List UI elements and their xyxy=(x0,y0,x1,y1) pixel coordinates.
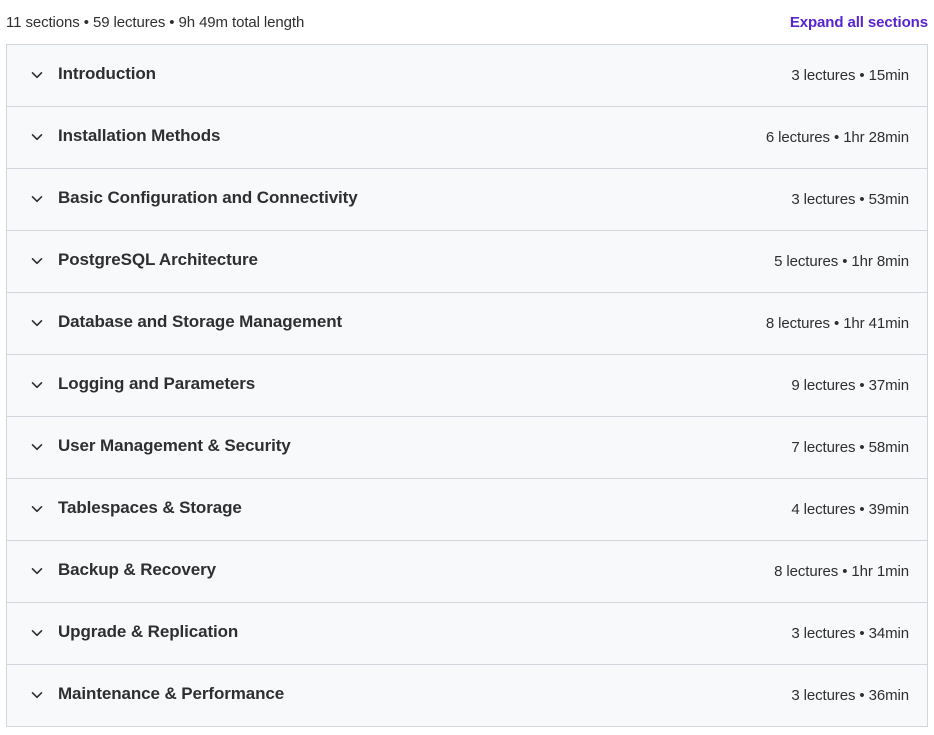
section-row[interactable]: Basic Configuration and Connectivity 3 l… xyxy=(7,169,927,231)
chevron-down-icon xyxy=(29,439,45,455)
section-meta: 3 lectures • 15min xyxy=(791,67,909,84)
chevron-down-icon xyxy=(29,377,45,393)
chevron-down-icon xyxy=(29,625,45,641)
section-row[interactable]: Backup & Recovery 8 lectures • 1hr 1min xyxy=(7,541,927,603)
section-meta: 4 lectures • 39min xyxy=(791,501,909,518)
section-row[interactable]: PostgreSQL Architecture 5 lectures • 1hr… xyxy=(7,231,927,293)
section-title: Logging and Parameters xyxy=(58,374,256,393)
section-title: User Management & Security xyxy=(58,436,291,455)
chevron-down-icon xyxy=(29,191,45,207)
section-meta: 3 lectures • 53min xyxy=(791,191,909,208)
section-meta: 3 lectures • 36min xyxy=(791,687,909,704)
section-row[interactable]: Tablespaces & Storage 4 lectures • 39min xyxy=(7,479,927,541)
chevron-down-icon xyxy=(29,687,45,703)
section-meta: 5 lectures • 1hr 8min xyxy=(774,253,909,270)
section-row[interactable]: Database and Storage Management 8 lectur… xyxy=(7,293,927,355)
chevron-down-icon xyxy=(29,315,45,331)
section-title: Upgrade & Replication xyxy=(58,622,239,641)
expand-all-sections-button[interactable]: Expand all sections xyxy=(790,14,928,31)
curriculum-section-list: Introduction 3 lectures • 15min Installa… xyxy=(6,44,928,727)
section-title: Tablespaces & Storage xyxy=(58,498,242,517)
section-title: Backup & Recovery xyxy=(58,560,216,579)
chevron-down-icon xyxy=(29,253,45,269)
section-title: PostgreSQL Architecture xyxy=(58,250,258,269)
section-row[interactable]: Upgrade & Replication 3 lectures • 34min xyxy=(7,603,927,665)
chevron-down-icon xyxy=(29,67,45,83)
section-title: Introduction xyxy=(58,64,156,83)
curriculum-summary-text: 11 sections • 59 lectures • 9h 49m total… xyxy=(6,13,305,31)
section-title: Maintenance & Performance xyxy=(58,684,285,703)
section-title: Database and Storage Management xyxy=(58,312,343,331)
section-title: Installation Methods xyxy=(58,126,221,145)
section-title: Basic Configuration and Connectivity xyxy=(58,188,358,207)
chevron-down-icon xyxy=(29,501,45,517)
curriculum-summary-bar: 11 sections • 59 lectures • 9h 49m total… xyxy=(0,0,934,44)
chevron-down-icon xyxy=(29,563,45,579)
section-row[interactable]: Logging and Parameters 9 lectures • 37mi… xyxy=(7,355,927,417)
section-meta: 9 lectures • 37min xyxy=(791,377,909,394)
section-meta: 7 lectures • 58min xyxy=(791,439,909,456)
section-meta: 3 lectures • 34min xyxy=(791,625,909,642)
section-meta: 8 lectures • 1hr 41min xyxy=(765,315,909,332)
section-row[interactable]: Installation Methods 6 lectures • 1hr 28… xyxy=(7,107,927,169)
section-row[interactable]: Introduction 3 lectures • 15min xyxy=(7,45,927,107)
section-row[interactable]: Maintenance & Performance 3 lectures • 3… xyxy=(7,665,927,727)
section-row[interactable]: User Management & Security 7 lectures • … xyxy=(7,417,927,479)
section-meta: 6 lectures • 1hr 28min xyxy=(765,129,909,146)
chevron-down-icon xyxy=(29,129,45,145)
section-meta: 8 lectures • 1hr 1min xyxy=(774,563,909,580)
